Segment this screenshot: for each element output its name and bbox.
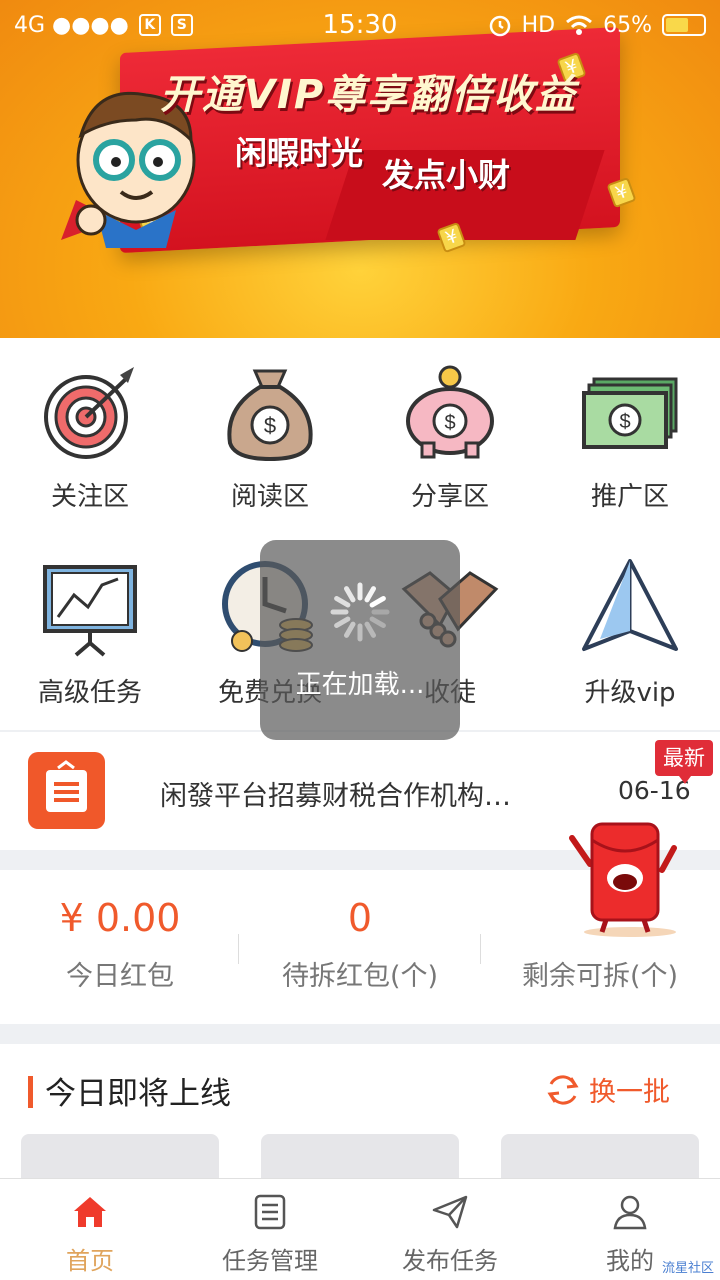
- menu-label: 分享区: [410, 482, 489, 512]
- spinner-spoke: [334, 596, 351, 608]
- menu-item-read[interactable]: $ 阅读区: [180, 338, 360, 534]
- tab-home[interactable]: 首页: [0, 1179, 180, 1280]
- spinner-spoke: [364, 586, 376, 603]
- stat-label: 待拆红包(个): [281, 961, 439, 992]
- menu-label: 推广区: [590, 482, 669, 512]
- tab-label: 任务管理: [222, 1247, 318, 1275]
- k-app-icon: K: [138, 14, 161, 36]
- spinner-spoke: [369, 596, 386, 608]
- target-icon: [44, 367, 134, 459]
- tab-publish-task[interactable]: 发布任务: [360, 1179, 540, 1280]
- banner-title: 开通VIP尊享翻倍收益: [160, 72, 578, 118]
- menu-label: 阅读区: [230, 482, 309, 512]
- banner-subtitle-left: 闲暇时光: [235, 134, 364, 172]
- status-time: 15:30: [322, 10, 398, 40]
- announcement-icon: [28, 752, 105, 829]
- section-accent-bar: [28, 1076, 33, 1108]
- wifi-icon: [566, 15, 593, 35]
- section-title: 今日即将上线: [45, 1076, 231, 1112]
- tab-label: 发布任务: [402, 1247, 498, 1275]
- spinner-spoke: [364, 621, 376, 638]
- stat-pending[interactable]: 0 待拆红包(个): [240, 896, 480, 993]
- menu-label: 升级vip: [584, 678, 676, 708]
- user-icon: [613, 1195, 647, 1230]
- svg-text:$: $: [619, 411, 630, 433]
- hd-indicator: HD: [521, 12, 556, 38]
- cash-stack-icon: $: [582, 377, 678, 449]
- stat-label: 剩余可拆(个): [521, 961, 679, 992]
- divider: [238, 934, 239, 964]
- watermark: 流星社区: [661, 1261, 714, 1276]
- red-envelope-mascot[interactable]: [562, 808, 682, 938]
- menu-item-upgrade-vip[interactable]: 升级vip: [540, 534, 720, 730]
- status-bar: 4G ●●●● K S 15:30 HD 65%: [0, 0, 720, 50]
- alarm-icon: [489, 15, 510, 37]
- tab-task-management[interactable]: 任务管理: [180, 1179, 360, 1280]
- spinner-spoke: [344, 586, 356, 603]
- menu-item-share[interactable]: $ 分享区: [360, 338, 540, 534]
- spinner-spoke: [344, 621, 356, 638]
- battery-percent: 65%: [603, 12, 652, 38]
- battery-icon: [662, 14, 706, 36]
- notice-text[interactable]: 闲發平台招募财税合作机构…: [160, 774, 511, 813]
- menu-item-promote[interactable]: $ 推广区: [540, 338, 720, 534]
- send-icon: [432, 1195, 468, 1229]
- tab-label: 首页: [66, 1247, 114, 1275]
- s-app-icon: S: [170, 14, 193, 36]
- app-screen: ¥ ¥ ¥ ¥ 开通VIP尊享翻倍收益 闲暇时光 发点小财 4G ●●●● K …: [0, 0, 720, 1280]
- menu-label: 高级任务: [37, 678, 142, 708]
- stat-value: ¥ 0.00: [59, 896, 181, 940]
- loading-text: 正在加载...: [295, 670, 425, 700]
- upcoming-section: 今日即将上线 换一批: [0, 1044, 720, 1194]
- stat-label: 今日红包: [66, 961, 174, 992]
- network-indicator: 4G ●●●●: [14, 12, 129, 38]
- menu-item-follow[interactable]: 关注区: [0, 338, 180, 534]
- spinner-spoke: [369, 616, 386, 628]
- stat-today[interactable]: ¥ 0.00 今日红包: [0, 896, 240, 993]
- bottom-tab-bar: 首页 任务管理 发布任务 我的 流星社区: [0, 1178, 720, 1280]
- banner-subtitle-right: 发点小财: [382, 156, 511, 194]
- menu-label: 关注区: [50, 482, 129, 512]
- svg-text:$: $: [264, 413, 276, 438]
- refresh-icon: [547, 1074, 579, 1105]
- paper-plane-icon: [582, 559, 678, 651]
- list-icon: [254, 1194, 286, 1230]
- menu-item-advanced-task[interactable]: 高级任务: [0, 534, 180, 730]
- money-bag-icon: $: [227, 369, 313, 462]
- refresh-button[interactable]: 换一批: [545, 1070, 670, 1109]
- refresh-label: 换一批: [589, 1077, 670, 1108]
- spinner-spoke: [334, 616, 351, 628]
- stat-value: 0: [347, 896, 373, 940]
- piggy-bank-icon: $: [406, 365, 494, 459]
- spinner-icon: [330, 582, 390, 642]
- chart-board-icon: [43, 565, 137, 657]
- vip-banner[interactable]: ¥ ¥ ¥ ¥ 开通VIP尊享翻倍收益 闲暇时光 发点小财: [0, 0, 720, 338]
- loading-toast: 正在加载...: [260, 540, 460, 740]
- home-icon: [74, 1197, 106, 1227]
- new-badge: 最新: [655, 740, 713, 784]
- svg-text:$: $: [444, 412, 455, 434]
